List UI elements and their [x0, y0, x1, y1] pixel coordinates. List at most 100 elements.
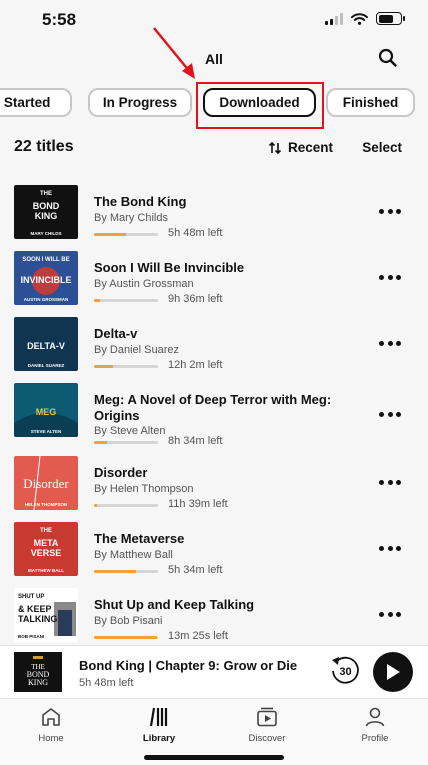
discover-icon [257, 707, 277, 727]
book-cover: THE BOND KING MARY CHILDS [14, 185, 78, 239]
more-options-icon[interactable] [379, 609, 401, 619]
select-button[interactable]: Select [362, 140, 402, 155]
book-author: By Austin Grossman [94, 278, 194, 290]
time-left: 13m 25s left [168, 630, 228, 642]
book-title: The Metaverse [94, 531, 185, 546]
progress-bar [94, 299, 158, 302]
progress-bar [94, 570, 158, 573]
svg-text:Disorder: Disorder [23, 476, 69, 491]
tabbar-profile[interactable]: Profile [335, 705, 415, 744]
svg-text:AUSTIN GROSSMAN: AUSTIN GROSSMAN [24, 297, 69, 302]
book-author: By Helen Thompson [94, 483, 194, 495]
more-options-icon[interactable] [379, 543, 401, 553]
svg-text:SHUT UP: SHUT UP [18, 594, 44, 600]
status-bar: 5:58 [0, 0, 428, 40]
svg-text:DELTA-V: DELTA-V [27, 341, 65, 351]
svg-text:SOON I WILL BE: SOON I WILL BE [22, 257, 69, 263]
tab-finished[interactable]: Finished [326, 88, 415, 117]
signal-icon [325, 12, 343, 25]
svg-text:KING: KING [28, 678, 48, 687]
home-icon [42, 708, 60, 726]
svg-text:STEVE ALTEN: STEVE ALTEN [31, 429, 62, 434]
book-author: By Matthew Ball [94, 549, 173, 561]
book-cover: MEG STEVE ALTEN [14, 383, 78, 437]
more-options-icon[interactable] [379, 206, 401, 216]
progress-fill [94, 441, 107, 444]
book-title: The Bond King [94, 194, 187, 209]
time-left: 12h 2m left [168, 359, 223, 371]
progress-bar [94, 504, 158, 507]
progress-bar [94, 365, 158, 368]
svg-text:HELEN THOMPSON: HELEN THOMPSON [25, 502, 68, 507]
book-row[interactable]: THE META VERSE MATTHEW BALL The Metaverse By … [0, 522, 428, 582]
book-title: Disorder [94, 465, 148, 480]
svg-text:MATTHEW BALL: MATTHEW BALL [28, 568, 64, 573]
tab-not-started[interactable]: Not Started [0, 88, 72, 117]
mini-player-title: Bond King | Chapter 9: Grow or Die [79, 658, 298, 673]
svg-text:KING: KING [35, 211, 58, 221]
svg-text:MARY CHILDS: MARY CHILDS [30, 231, 61, 236]
book-cover: SOON I WILL BE INVINCIBLE AUSTIN GROSSMAN [14, 251, 78, 305]
more-options-icon[interactable] [379, 338, 401, 348]
book-title: Shut Up and Keep Talking [94, 597, 255, 612]
svg-text:THE: THE [40, 191, 52, 197]
tabbar-profile-label: Profile [361, 733, 389, 744]
title-count: 22 titles [14, 138, 74, 155]
book-cover: SHUT UP & KEEP TALKING BOB PISANI [14, 588, 78, 642]
progress-fill [94, 570, 136, 573]
book-author: By Daniel Suarez [94, 344, 179, 356]
book-cover: DELTA-V DANIEL SUAREZ [14, 317, 78, 371]
wifi-icon [351, 12, 368, 25]
battery-icon [376, 12, 405, 25]
mini-player[interactable]: THE BOND KING Bond King | Chapter 9: Gro… [0, 645, 428, 698]
tabbar-home[interactable]: Home [11, 705, 91, 744]
tabbar-discover[interactable]: Discover [227, 705, 307, 744]
book-title: Meg: A Novel of Deep Terror with Meg: Or… [94, 392, 332, 423]
profile-icon [365, 707, 385, 727]
status-time: 5:58 [42, 10, 77, 29]
book-cover: Disorder HELEN THOMPSON [14, 456, 78, 510]
tab-in-progress[interactable]: In Progress [88, 88, 192, 117]
sort-icon [268, 141, 282, 154]
rewind-30-button[interactable]: 30 [328, 654, 362, 688]
book-title: Delta-v [94, 326, 138, 341]
svg-text:& KEEP: & KEEP [18, 604, 52, 614]
book-author: By Steve Alten [94, 425, 166, 437]
search-icon[interactable] [376, 46, 400, 70]
play-button[interactable] [373, 652, 413, 692]
tabbar-discover-label: Discover [248, 733, 286, 744]
mini-player-time-left: 5h 48m left [79, 677, 134, 689]
book-author: By Mary Childs [94, 212, 168, 224]
more-options-icon[interactable] [379, 272, 401, 282]
time-left: 9h 36m left [168, 293, 223, 305]
svg-text:META: META [34, 538, 59, 548]
book-row[interactable]: SOON I WILL BE INVINCIBLE AUSTIN GROSSMAN S… [0, 251, 428, 311]
progress-bar [94, 233, 158, 236]
book-row[interactable]: MEG STEVE ALTEN Meg: A Novel of Deep Terro… [0, 383, 428, 447]
book-row[interactable]: Disorder HELEN THOMPSON Disorder By Helen T… [0, 456, 428, 516]
book-row[interactable]: THE BOND KING MARY CHILDS The Bond King By Ma… [0, 185, 428, 245]
library-icon [149, 707, 168, 727]
rewind-seconds: 30 [339, 666, 351, 678]
svg-text:THE: THE [40, 528, 52, 534]
sort-button[interactable]: Recent [268, 140, 333, 155]
list-header: 22 titles Recent Select [0, 136, 428, 162]
progress-fill [94, 233, 126, 236]
more-options-icon[interactable] [379, 409, 401, 419]
more-options-icon[interactable] [379, 477, 401, 487]
home-indicator [144, 755, 284, 760]
book-row[interactable]: SHUT UP & KEEP TALKING BOB PISANI Shut Up an… [0, 588, 428, 648]
svg-text:MEG: MEG [36, 407, 57, 417]
progress-fill [94, 504, 97, 507]
sort-label: Recent [288, 140, 334, 155]
progress-fill [94, 636, 157, 639]
svg-text:INVINCIBLE: INVINCIBLE [20, 275, 71, 285]
svg-text:TALKING: TALKING [18, 614, 57, 624]
tabbar-library[interactable]: Library [119, 705, 199, 744]
play-icon [387, 664, 400, 680]
annotation-box [196, 82, 324, 129]
book-row[interactable]: DELTA-V DANIEL SUAREZ Delta-v By Daniel Sua… [0, 317, 428, 377]
svg-text:BOND: BOND [33, 201, 60, 211]
svg-text:BOB PISANI: BOB PISANI [18, 634, 44, 639]
page-title: All [205, 51, 223, 67]
